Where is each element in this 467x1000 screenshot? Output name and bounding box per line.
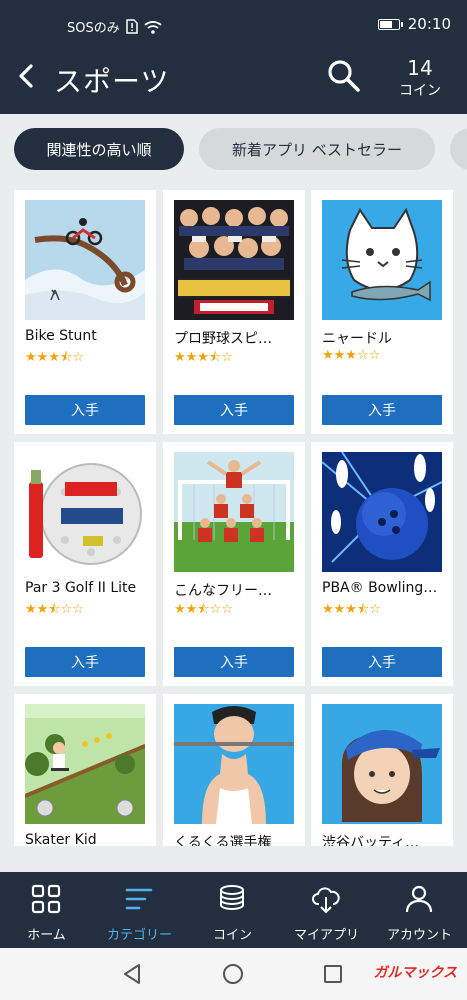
app-name: くるくる選手権 bbox=[174, 835, 272, 846]
get-button[interactable]: 入手 bbox=[322, 647, 442, 677]
app-name: Skater Kid bbox=[25, 832, 97, 846]
home-grid-icon bbox=[31, 884, 61, 914]
get-button[interactable]: 入手 bbox=[25, 647, 145, 677]
filter-more-chip[interactable] bbox=[450, 128, 467, 170]
bottom-navigation: ホーム カテゴリー コイン マイアプリ アカウント bbox=[0, 872, 467, 948]
batting-girl-icon bbox=[322, 704, 442, 824]
coin-balance[interactable]: 14 コイン bbox=[390, 56, 450, 100]
status-left: SOSのみ bbox=[67, 17, 162, 36]
rating-stars: ★★★⯪☆ bbox=[25, 350, 84, 365]
app-card[interactable]: プロ野球スピ… ★★★⯪☆ 入手 bbox=[163, 190, 305, 434]
status-bar: SOSのみ 20:10 bbox=[0, 0, 467, 40]
sort-filter-bar: 関連性の高い順 新着アプリ ベストセラー bbox=[0, 114, 467, 184]
skater-kid-icon bbox=[25, 704, 145, 824]
app-card[interactable]: ニャードル ★★★☆☆ 入手 bbox=[311, 190, 453, 434]
app-name: こんなフリー… bbox=[174, 583, 272, 599]
bowling-icon bbox=[322, 452, 442, 572]
app-name: プロ野球スピ… bbox=[174, 331, 272, 347]
get-button[interactable]: 入手 bbox=[174, 395, 294, 425]
nav-account[interactable]: アカウント bbox=[373, 872, 466, 948]
nav-coins-label: コイン bbox=[212, 928, 252, 943]
golf-ball-icon bbox=[25, 452, 145, 572]
bar-athlete-icon bbox=[174, 704, 294, 824]
battery-icon bbox=[377, 18, 403, 30]
app-name: 渋谷バッティ… bbox=[322, 835, 420, 846]
app-name: Par 3 Golf II Lite bbox=[25, 580, 137, 596]
app-name: Bike Stunt bbox=[25, 328, 97, 344]
system-navigation-bar: ガルマックス bbox=[0, 948, 467, 1000]
recents-square-icon[interactable] bbox=[321, 962, 345, 986]
wifi-icon bbox=[144, 20, 162, 34]
app-grid: Bike Stunt ★★★⯪☆ 入手 プロ野球スピ… ★★★⯪☆ 入手 ニャー… bbox=[14, 190, 454, 846]
app-card[interactable]: 渋谷バッティ… bbox=[311, 694, 453, 846]
back-triangle-icon[interactable] bbox=[120, 962, 144, 986]
app-card[interactable]: Skater Kid bbox=[14, 694, 156, 846]
filter-new-bestseller-chip[interactable]: 新着アプリ ベストセラー bbox=[199, 128, 435, 170]
app-card[interactable]: Par 3 Golf II Lite ★★⯪☆☆ 入手 bbox=[14, 442, 156, 686]
filter-relevance-chip[interactable]: 関連性の高い順 bbox=[14, 128, 184, 170]
baseball-team-icon bbox=[174, 200, 294, 320]
soccer-wall-icon bbox=[174, 452, 294, 572]
coin-stack-icon bbox=[220, 885, 244, 911]
get-button[interactable]: 入手 bbox=[25, 395, 145, 425]
nav-category-label: カテゴリー bbox=[106, 928, 172, 943]
rating-stars: ★★⯪☆☆ bbox=[25, 602, 84, 617]
get-button[interactable]: 入手 bbox=[174, 647, 294, 677]
nav-category[interactable]: カテゴリー bbox=[93, 872, 186, 948]
sim-alert-icon bbox=[126, 19, 138, 34]
nav-my-apps-label: マイアプリ bbox=[293, 928, 359, 943]
person-icon bbox=[405, 885, 433, 913]
nav-coins[interactable]: コイン bbox=[186, 872, 279, 948]
get-button[interactable]: 入手 bbox=[322, 395, 442, 425]
watermark: ガルマックス bbox=[373, 965, 457, 981]
search-icon[interactable] bbox=[326, 58, 362, 94]
app-card[interactable]: こんなフリー… ★★⯪☆☆ 入手 bbox=[163, 442, 305, 686]
rating-stars: ★★★☆☆ bbox=[322, 348, 381, 363]
app-card[interactable]: PBA® Bowling… ★★★⯪☆ 入手 bbox=[311, 442, 453, 686]
rating-stars: ★★★⯪☆ bbox=[322, 602, 381, 617]
clock: 20:10 bbox=[407, 15, 451, 33]
category-lines-icon bbox=[125, 888, 153, 910]
cloud-download-icon bbox=[312, 887, 340, 914]
nav-home-label: ホーム bbox=[27, 928, 66, 943]
app-card[interactable]: Bike Stunt ★★★⯪☆ 入手 bbox=[14, 190, 156, 434]
rating-stars: ★★★⯪☆ bbox=[174, 350, 233, 365]
page-title: スポーツ bbox=[54, 65, 170, 98]
coin-label: コイン bbox=[399, 83, 441, 99]
home-circle-icon[interactable] bbox=[221, 962, 245, 986]
nav-home[interactable]: ホーム bbox=[0, 872, 93, 948]
app-name: PBA® Bowling… bbox=[322, 580, 438, 596]
coin-count: 14 bbox=[407, 56, 433, 80]
nav-account-label: アカウント bbox=[386, 928, 452, 943]
top-app-bar: スポーツ 14 コイン bbox=[0, 40, 467, 114]
cat-fish-icon bbox=[322, 200, 442, 320]
rating-stars: ★★⯪☆☆ bbox=[174, 602, 233, 617]
app-name: ニャードル bbox=[322, 331, 392, 347]
status-right: 20:10 bbox=[377, 15, 451, 33]
app-card[interactable]: くるくる選手権 bbox=[163, 694, 305, 846]
bike-stunt-icon bbox=[25, 200, 145, 320]
carrier-text: SOSのみ bbox=[67, 21, 120, 36]
nav-my-apps[interactable]: マイアプリ bbox=[280, 872, 373, 948]
back-arrow-icon[interactable] bbox=[14, 62, 38, 90]
